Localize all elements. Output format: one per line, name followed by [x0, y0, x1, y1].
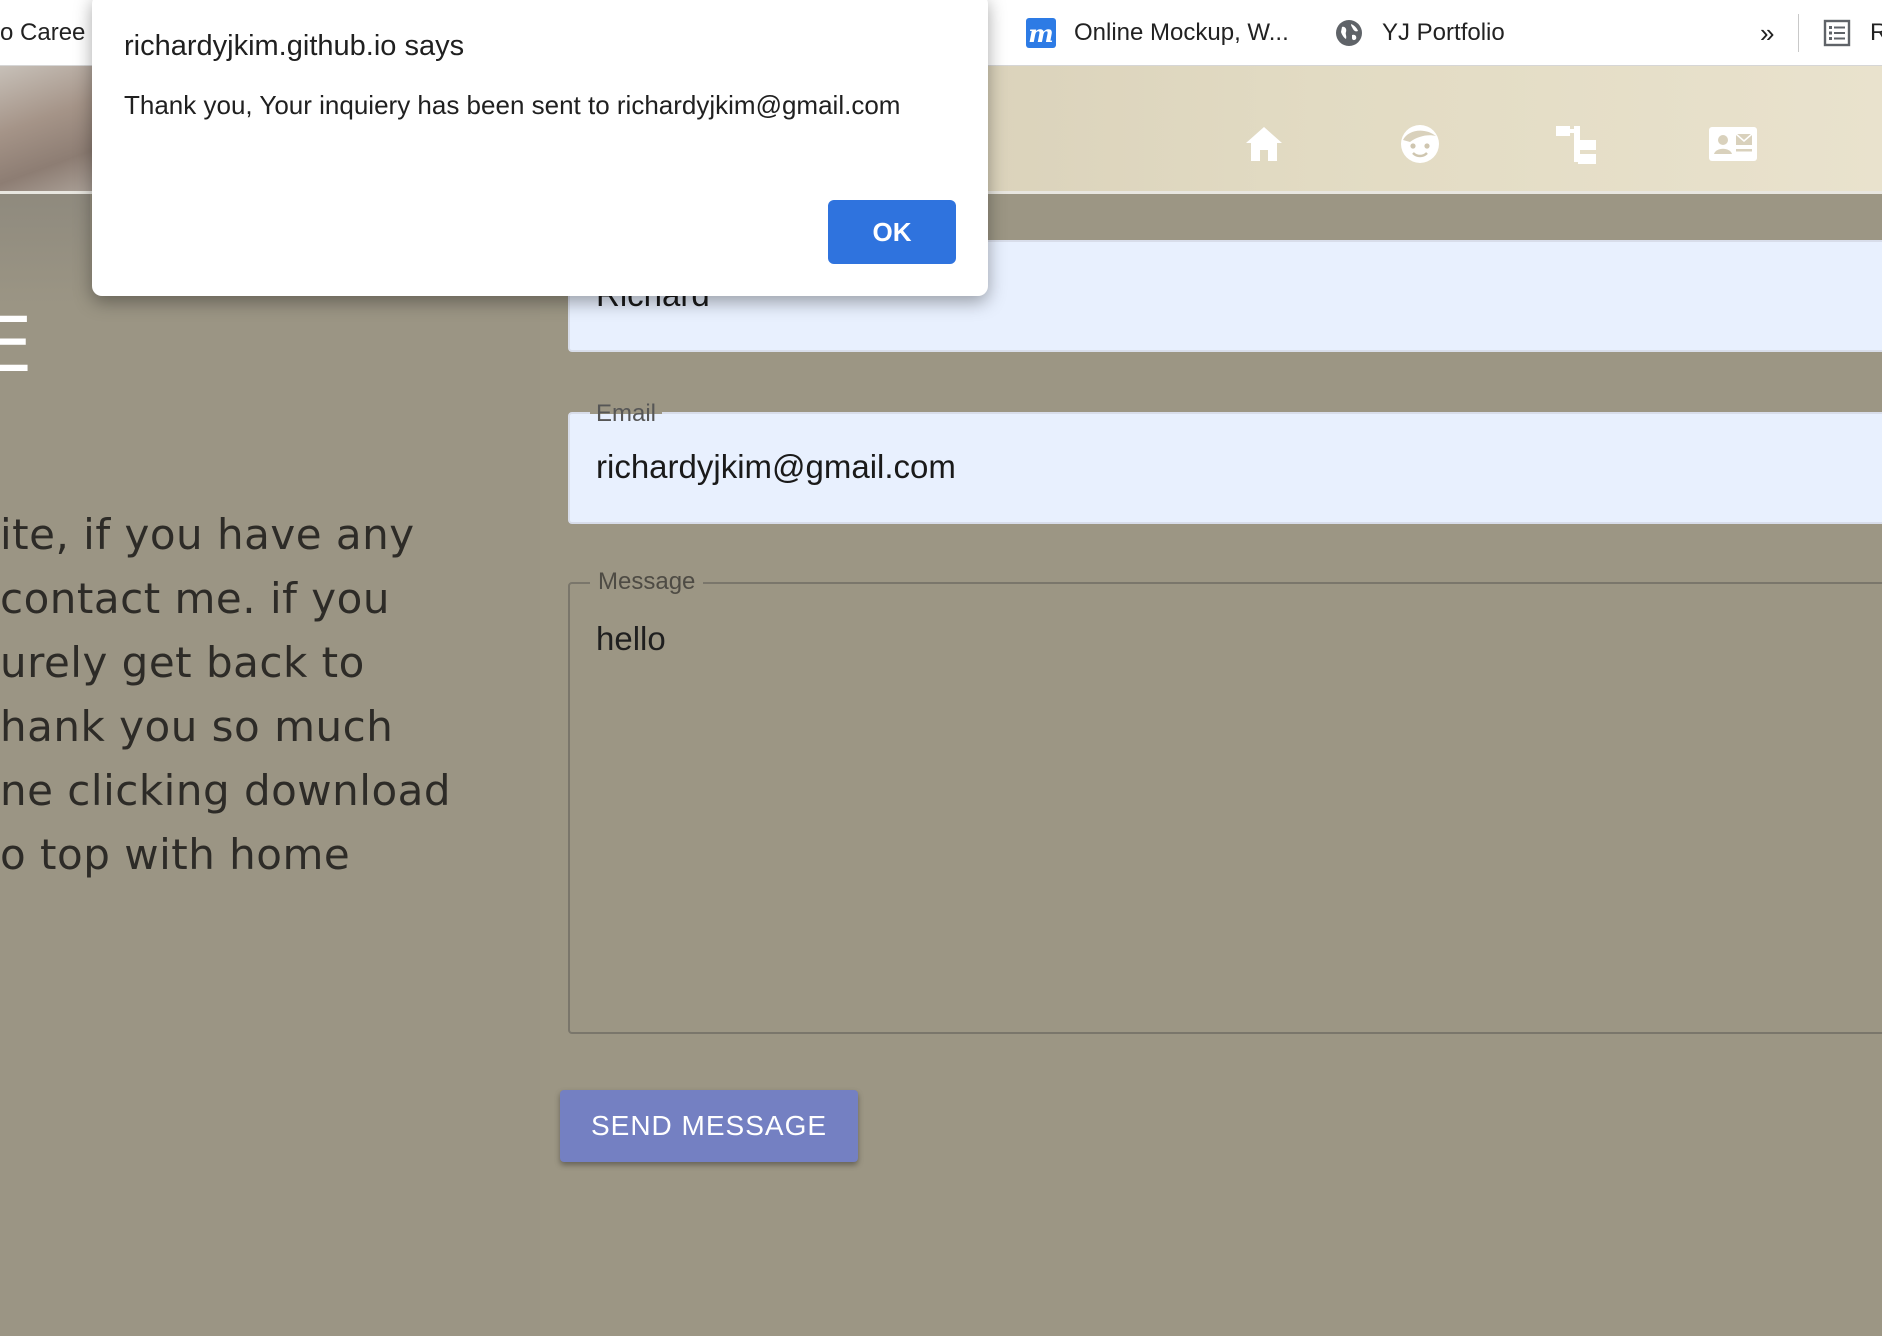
bookmark-label: YJ Portfolio — [1382, 19, 1505, 46]
bookmark-yj-portfolio[interactable]: YJ Portfolio — [1334, 0, 1505, 66]
alert-ok-button[interactable]: OK — [828, 200, 956, 264]
contact-card-icon — [1709, 127, 1757, 161]
bookmark-online-mockup[interactable]: m Online Mockup, W... — [1026, 0, 1289, 66]
section-title: IE — [0, 300, 35, 389]
alert-message: Thank you, Your inquiery has been sent t… — [124, 90, 901, 120]
intro-text-line: urely get back to — [0, 638, 365, 687]
globe-icon — [1334, 18, 1364, 48]
reading-list-icon — [1822, 18, 1852, 48]
nav-home[interactable] — [1242, 122, 1286, 166]
bookmarks-overflow-button[interactable]: » — [1760, 0, 1774, 66]
email-field[interactable]: Email richardyjkim@gmail.com — [568, 400, 1882, 524]
message-textarea[interactable]: Message hello — [568, 568, 1882, 1034]
moqups-m-icon: m — [1026, 18, 1056, 48]
email-input-value: richardyjkim@gmail.com — [596, 448, 956, 485]
chevron-double-right-icon: » — [1760, 17, 1775, 48]
nav-about[interactable] — [1398, 122, 1442, 166]
message-label: Message — [590, 568, 704, 596]
bookmark-label: Online Mockup, W... — [1074, 19, 1289, 46]
message-input-value: hello — [596, 620, 666, 657]
intro-text-line: ite, if you have any — [0, 510, 415, 559]
intro-text-line: hank you so much — [0, 702, 394, 751]
intro-text-line: ne clicking download — [0, 766, 452, 815]
reading-list-button[interactable]: R — [1822, 0, 1882, 66]
alert-dialog: richardyjkim.github.io says Thank you, Y… — [92, 0, 988, 296]
face-icon — [1401, 125, 1439, 163]
bookmarks-divider — [1798, 14, 1799, 52]
background-photo-strip — [0, 194, 90, 304]
intro-text-line: o top with home — [0, 830, 351, 879]
alert-title: richardyjkim.github.io says — [124, 30, 465, 62]
nav-projects[interactable] — [1554, 122, 1598, 166]
contact-intro — [0, 194, 540, 1336]
send-message-button[interactable]: SEND MESSAGE — [560, 1090, 858, 1162]
bookmark-careers[interactable]: o Caree — [0, 0, 85, 66]
bookmark-label: o Caree — [0, 19, 86, 46]
reading-list-label: R — [1870, 19, 1882, 46]
intro-text-line: contact me. if you — [0, 574, 390, 623]
sitemap-icon — [1556, 126, 1596, 164]
nav-contact[interactable] — [1708, 122, 1758, 166]
email-label: Email — [590, 400, 663, 428]
home-icon — [1246, 127, 1282, 161]
